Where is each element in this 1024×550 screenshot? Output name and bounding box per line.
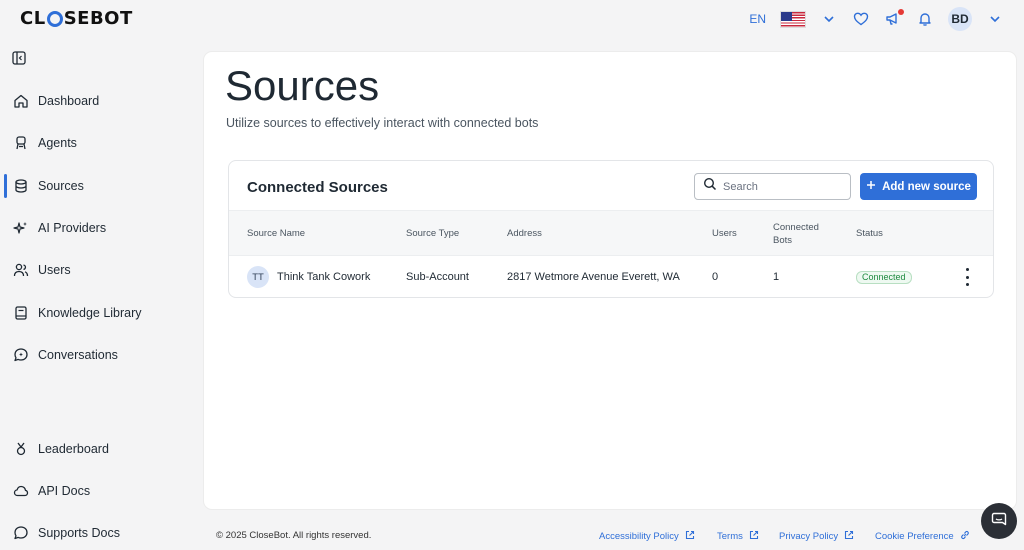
page-title: Sources (225, 62, 380, 109)
support-chat-launcher[interactable] (981, 503, 1017, 539)
sidebar-item-agents[interactable]: Agents (0, 127, 196, 159)
language-code[interactable]: EN (749, 12, 766, 26)
sidebar-item-api-docs[interactable]: API Docs (0, 475, 196, 507)
add-new-source-label: Add new source (882, 180, 971, 193)
footer-link-label: Cookie Preference (875, 531, 954, 542)
connected-sources-panel: Connected Sources Add new source Source … (228, 160, 994, 298)
home-icon (12, 92, 30, 110)
source-users-count: 0 (712, 271, 719, 283)
chat-bubble-icon (12, 524, 30, 542)
users-icon (12, 261, 30, 279)
search-box[interactable] (694, 173, 851, 200)
logo-text-start: CL (20, 8, 46, 29)
column-header-connected-bots-line1: Connected (773, 222, 819, 233)
bell-icon[interactable] (916, 10, 934, 28)
copyright-text: © 2025 CloseBot. All rights reserved. (216, 530, 372, 541)
source-bots-count: 1 (773, 271, 780, 283)
footer-link-cookie-preference[interactable]: Cookie Preference (875, 530, 970, 543)
status-badge: Connected (856, 271, 912, 284)
footer-link-label: Terms (717, 531, 743, 542)
database-icon (12, 177, 30, 195)
column-header-connected-bots[interactable]: Connected Bots (773, 221, 819, 247)
book-icon (12, 304, 30, 322)
megaphone-icon[interactable] (884, 9, 904, 28)
logo-text-end: SEBOT (63, 8, 133, 29)
column-header-source-name[interactable]: Source Name (247, 228, 305, 239)
page-subtitle: Utilize sources to effectively interact … (226, 116, 539, 130)
source-address: 2817 Wetmore Avenue Everett, WA (507, 271, 680, 283)
sidebar-item-label: Knowledge Library (38, 306, 142, 320)
notification-dot (898, 9, 904, 15)
row-actions-kebab-icon[interactable] (963, 268, 971, 286)
user-avatar[interactable]: BD (948, 7, 972, 31)
cloud-icon (12, 482, 30, 500)
top-bar: CL SEBOT EN BD (0, 0, 1024, 38)
footer-link-label: Accessibility Policy (599, 531, 679, 542)
plus-icon (866, 180, 876, 193)
sidebar-item-conversations[interactable]: Conversations (0, 339, 196, 371)
column-header-users[interactable]: Users (712, 228, 737, 239)
sidebar-item-label: API Docs (38, 484, 91, 498)
sidebar-item-label: Agents (38, 136, 77, 150)
sidebar-item-sources[interactable]: Sources (0, 170, 196, 202)
sidebar-item-label: Leaderboard (38, 442, 109, 456)
sparkles-icon (12, 219, 30, 237)
footer-link-terms[interactable]: Terms (717, 530, 759, 543)
table-header: Source Name Source Type Address Users Co… (229, 210, 993, 256)
link-icon (960, 530, 970, 543)
heart-icon[interactable] (852, 10, 870, 28)
header-actions: EN BD (749, 6, 1004, 32)
medal-icon (12, 440, 30, 458)
external-link-icon (685, 530, 695, 543)
search-icon (703, 177, 717, 196)
panel-title: Connected Sources (247, 179, 388, 196)
footer-link-accessibility-policy[interactable]: Accessibility Policy (599, 530, 695, 543)
sidebar-item-label: AI Providers (38, 221, 107, 235)
sidebar-item-label: Dashboard (38, 94, 100, 108)
collapse-sidebar-icon[interactable] (11, 50, 27, 66)
us-flag-icon[interactable] (780, 10, 806, 28)
sidebar-item-leaderboard[interactable]: Leaderboard (0, 433, 196, 465)
chat-icon (12, 346, 30, 364)
user-menu-chevron-icon[interactable] (986, 10, 1004, 28)
external-link-icon (749, 530, 759, 543)
sidebar: Dashboard Agents Sources AI Providers Us… (0, 38, 196, 550)
source-type: Sub-Account (406, 271, 469, 283)
external-link-icon (844, 530, 854, 543)
source-name[interactable]: Think Tank Cowork (277, 271, 370, 283)
sidebar-item-dashboard[interactable]: Dashboard (0, 85, 196, 117)
sidebar-item-users[interactable]: Users (0, 254, 196, 286)
footer-link-privacy-policy[interactable]: Privacy Policy (779, 530, 854, 543)
table-row[interactable]: TT Think Tank Cowork Sub-Account 2817 We… (229, 256, 993, 298)
main-content: Sources Utilize sources to effectively i… (204, 52, 1016, 509)
source-avatar: TT (247, 266, 269, 288)
sidebar-item-label: Sources (38, 179, 84, 193)
sidebar-item-label: Users (38, 263, 71, 277)
chat-launcher-icon (991, 511, 1007, 532)
column-header-status[interactable]: Status (856, 228, 883, 239)
add-new-source-button[interactable]: Add new source (860, 173, 977, 200)
footer: © 2025 CloseBot. All rights reserved. Ac… (196, 524, 1024, 548)
footer-link-label: Privacy Policy (779, 531, 839, 542)
column-header-address[interactable]: Address (507, 228, 542, 239)
column-header-connected-bots-line2: Bots (773, 235, 793, 246)
search-input[interactable] (723, 180, 843, 193)
sidebar-item-supports-docs[interactable]: Supports Docs (0, 517, 196, 549)
logo-o-mark-icon (46, 10, 63, 27)
agent-icon (12, 134, 30, 152)
sidebar-item-ai-providers[interactable]: AI Providers (0, 212, 196, 244)
column-header-source-type[interactable]: Source Type (406, 228, 459, 239)
closebot-logo[interactable]: CL SEBOT (20, 8, 133, 29)
sidebar-item-knowledge-library[interactable]: Knowledge Library (0, 297, 196, 329)
chevron-down-icon[interactable] (820, 10, 838, 28)
sidebar-item-label: Supports Docs (38, 526, 120, 540)
sidebar-item-label: Conversations (38, 348, 118, 362)
